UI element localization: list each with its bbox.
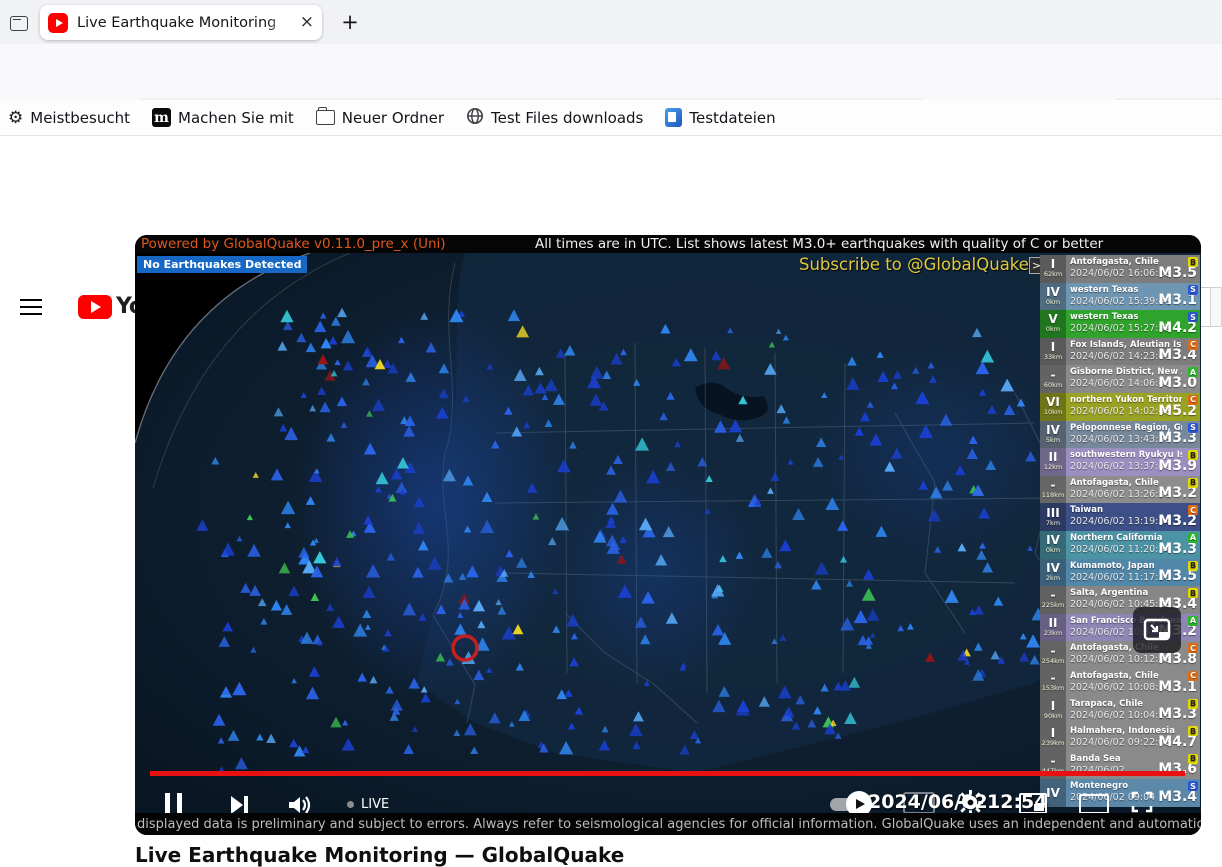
blue-file-icon [665,108,682,127]
quake-row: III7kmTaiwan2024/06/02 13:19:34M3.2C [1040,503,1200,531]
bookmark-item[interactable]: m Machen Sie mit [152,108,294,127]
bookmarks-bar: ⚙ Meistbesucht m Machen Sie mit Neuer Ordner… [0,100,1222,136]
quake-row: -153kmAntofagasta, Chile2024/06/02 10:08… [1040,669,1200,697]
tab-strip: Live Earthquake Monitoring × + [0,0,1222,45]
firefox-view-icon[interactable] [6,10,32,36]
quake-row: -118kmAntofagasta, Chile2024/06/02 13:26… [1040,476,1200,504]
m-icon: m [152,108,171,127]
quake-row: IV0kmNorthern California2024/06/02 11:20… [1040,531,1200,559]
youtube-header: YouTube DE [0,137,1222,203]
disclaimer-ticker: displayed data is preliminary and subjec… [135,813,1201,835]
video-top-bar: Powered by GlobalQuake v0.11.0_pre_x (Un… [135,235,1201,253]
quake-row: V0kmwestern Texas2024/06/02 15:27:52M4.2… [1040,310,1200,338]
pause-button[interactable] [165,793,182,815]
folder-icon [316,110,335,125]
theater-mode-button[interactable] [1079,794,1109,814]
navigation-toolbar: ← → ↻ www.youtube.com/live/rvtygG4n6ew?a… [0,44,1222,100]
bookmark-label: Machen Sie mit [178,109,294,127]
browser-tab[interactable]: Live Earthquake Monitoring × [40,5,322,40]
tab-title: Live Earthquake Monitoring [77,15,277,31]
quake-row: I239kmHalmahera, Indonesia2024/06/02 09:… [1040,724,1200,752]
bookmark-label: Testdateien [689,109,775,127]
quake-row: II12kmsouthwestern Ryukyu Islands, Japan… [1040,448,1200,476]
bookmark-item[interactable]: Test Files downloads [466,107,643,129]
gear-icon: ⚙ [8,108,23,128]
quake-row: IV0kmwestern Texas2024/06/02 15:39:48M3.… [1040,283,1200,311]
tab-title-fade [268,11,294,35]
tab-close-icon[interactable]: × [300,14,314,31]
quake-row: IVMontenegro2024/06/02 09:04M3.4S [1040,779,1200,807]
youtube-play-icon [78,295,112,319]
powered-by-text: Powered by GlobalQuake v0.11.0_pre_x (Un… [141,236,446,252]
utc-note-text: All times are in UTC. List shows latest … [535,236,1103,252]
live-badge: LIVE [347,797,389,812]
miniplayer-button[interactable] [1019,793,1047,814]
subscribe-text: Subscribe to @GlobalQuake! [799,255,1036,274]
bookmark-item[interactable]: ⚙ Meistbesucht [8,108,130,128]
quake-row: I33kmFox Islands, Aleutian Islands, Alas… [1040,338,1200,366]
bookmark-label: Test Files downloads [491,109,643,127]
bookmark-label: Meistbesucht [30,109,130,127]
youtube-favicon [48,13,68,33]
earthquake-list: I62kmAntofagasta, Chile2024/06/02 16:06:… [1040,255,1200,807]
subtitles-button[interactable] [903,792,935,814]
globe-icon [466,107,484,129]
progress-bar[interactable] [150,771,1185,776]
live-dot-icon [347,801,354,808]
quake-row: -60kmGisborne District, New Zealand2024/… [1040,365,1200,393]
bookmark-item[interactable]: Testdateien [665,108,775,127]
bookmark-item[interactable]: Neuer Ordner [316,109,444,127]
pip-toggle-button[interactable] [1133,607,1181,653]
bookmark-label: Neuer Ordner [342,109,444,127]
menu-icon[interactable] [20,299,42,315]
video-title: Live Earthquake Monitoring — GlobalQuake [135,843,624,867]
video-player[interactable]: Powered by GlobalQuake v0.11.0_pre_x (Un… [135,235,1201,835]
quake-row: IV5kmPeloponnese Region, Greece2024/06/0… [1040,421,1200,449]
quake-row: IV2kmKumamoto, Japan2024/06/02 11:17:30M… [1040,559,1200,587]
youtube-search-button[interactable] [1210,287,1222,327]
quake-row: VI10kmnorthern Yukon Territory, Canada20… [1040,393,1200,421]
quake-row: I62kmAntofagasta, Chile2024/06/02 16:06:… [1040,255,1200,283]
no-earthquakes-badge: No Earthquakes Detected [137,256,307,273]
new-tab-button[interactable]: + [336,8,364,36]
quake-row: I90kmTarapaca, Chile2024/06/02 10:04:16M… [1040,697,1200,725]
